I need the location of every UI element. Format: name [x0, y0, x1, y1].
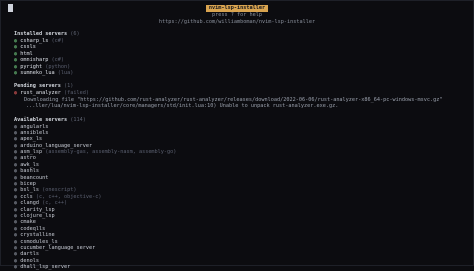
server-name: beancount	[20, 174, 49, 181]
server-name: crystalline	[20, 232, 55, 239]
server-name: codeqlls	[20, 225, 46, 232]
server-name: ccls	[20, 193, 33, 200]
server-languages: (c#)	[51, 57, 64, 64]
pending-heading-label: Pending servers	[14, 83, 61, 90]
pending-heading: Pending servers (1)	[14, 83, 465, 90]
available-heading-label: Available servers	[14, 116, 68, 123]
pending-count: (1)	[63, 83, 74, 90]
server-name: clojure_lsp	[20, 212, 55, 219]
installed-count: (6)	[70, 31, 80, 37]
server-languages: (onescript)	[42, 187, 77, 194]
server-name: apex_ls	[20, 136, 43, 143]
server-name: ansiblels	[20, 129, 49, 136]
installed-heading: Installed servers (6)	[14, 31, 465, 38]
server-name: cucumber_language_server	[20, 244, 96, 251]
server-languages: (assembly-gas, assembly-nasm, assembly-g…	[45, 149, 177, 156]
server-name: csharp_ls	[20, 38, 49, 44]
server-name: dartls	[20, 251, 39, 258]
installer-title: nvim-lsp-installer	[205, 5, 269, 12]
error-circle-icon: ◍	[14, 90, 18, 97]
available-list: ◍ angularls ◍ ansiblels ◍ apex_ls ◍ arduino…	[14, 124, 465, 271]
server-row[interactable]: ◍ dhall_lsp_server	[14, 264, 465, 270]
server-name: astro	[20, 155, 36, 162]
server-name: arduino_language_server	[20, 142, 93, 149]
server-name: csmodules_ls	[20, 238, 58, 245]
server-name: dhall_lsp_server	[20, 264, 71, 271]
server-name: angularls	[20, 123, 49, 130]
server-name: denols	[20, 257, 39, 264]
repo-url[interactable]: https://github.com/williamboman/nvim-lsp…	[1, 19, 473, 26]
server-name: html	[20, 50, 33, 57]
server-languages: (python)	[45, 63, 71, 70]
server-list: Installed servers (6) ◍ csharp_ls (c#) ◍ …	[14, 31, 465, 271]
server-name: bsl_ls	[20, 187, 39, 194]
server-languages: (c#)	[51, 38, 64, 44]
server-name: clangd	[20, 200, 39, 207]
terminal-window: nvim-lsp-installer press ? for help http…	[0, 0, 474, 270]
installer-header: nvim-lsp-installer press ? for help http…	[1, 5, 473, 25]
server-languages: (lua)	[57, 69, 74, 76]
server-name: sumneko_lua	[20, 69, 55, 76]
server-name: cssls	[20, 44, 36, 51]
server-name: pyright	[20, 63, 43, 70]
installed-heading-label: Installed servers	[14, 31, 68, 37]
server-name: awk_ls	[20, 161, 39, 168]
server-name: clarity_lsp	[20, 206, 55, 213]
server-languages: (c, c++)	[42, 200, 68, 207]
server-name: bashls	[20, 168, 39, 175]
server-name: bicep	[20, 181, 36, 188]
installed-list: ◍ csharp_ls (c#) ◍ cssls ◍ html ◍ omnisharp…	[14, 38, 465, 76]
server-languages: (c, c++, objective-c)	[35, 193, 102, 200]
available-heading: Available servers (114)	[14, 117, 465, 124]
available-count: (114)	[70, 116, 86, 123]
server-name: omnisharp	[20, 57, 49, 64]
failed-status: (failed)	[63, 90, 89, 97]
server-name: asm_lsp	[20, 149, 43, 156]
server-name: cmake	[20, 219, 36, 226]
server-name: rust_analyzer	[20, 90, 61, 97]
